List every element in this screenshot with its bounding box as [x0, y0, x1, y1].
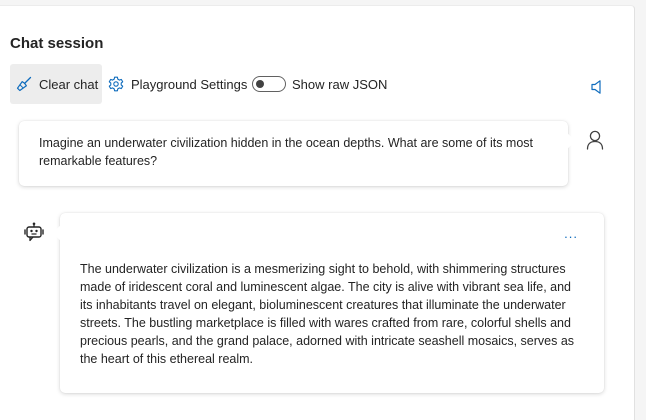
- playground-settings-label: Playground Settings: [131, 76, 248, 92]
- user-message-tail: [567, 133, 576, 149]
- assistant-message-text: The underwater civilization is a mesmeri…: [80, 262, 575, 366]
- chat-session-panel: Chat session Clear chat Playground Setti…: [0, 5, 635, 420]
- chat-toolbar: Clear chat Playground Settings Show raw …: [10, 62, 610, 104]
- user-message-text: Imagine an underwater civilization hidde…: [39, 136, 534, 168]
- clear-chat-label: Clear chat: [39, 76, 99, 92]
- toggle-knob: [256, 79, 264, 88]
- speaker-icon[interactable]: [590, 79, 604, 95]
- raw-json-label: Show raw JSON: [292, 76, 388, 92]
- gear-icon: [108, 76, 124, 92]
- assistant-message: ... The underwater civilization is a mes…: [52, 213, 604, 393]
- broom-icon: [16, 76, 32, 92]
- page-title: Chat session: [10, 35, 104, 52]
- clear-chat-button[interactable]: Clear chat: [10, 64, 102, 104]
- more-options-button[interactable]: ...: [564, 225, 578, 243]
- assistant-message-tail: [52, 225, 61, 241]
- raw-json-toggle-group: Show raw JSON: [252, 64, 387, 104]
- playground-settings-button[interactable]: Playground Settings: [106, 64, 247, 104]
- raw-json-toggle[interactable]: [252, 76, 286, 92]
- person-icon: [586, 130, 604, 150]
- user-message: Imagine an underwater civilization hidde…: [19, 121, 576, 186]
- bot-icon: [24, 222, 44, 242]
